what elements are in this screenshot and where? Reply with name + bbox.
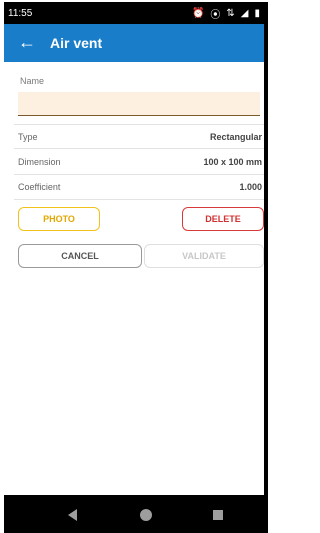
divider [14, 174, 264, 175]
status-time: 11:55 [8, 8, 33, 19]
nav-home-button[interactable] [136, 505, 156, 525]
alarm-icon: ⏰ [191, 8, 205, 19]
divider [14, 124, 264, 125]
vibrate-icon: ⦿ [210, 10, 221, 21]
screen: 11:55 ⏰ ⦿ ⇅ ◢ ▮ ← Air vent Name Type Rec… [4, 2, 268, 533]
divider [14, 199, 264, 200]
photo-button[interactable]: PHOTO [18, 207, 100, 231]
signal-icon: ◢ [240, 8, 249, 19]
recents-square-icon [213, 510, 223, 520]
screen-edge [264, 2, 268, 533]
nav-back-button[interactable] [64, 505, 84, 525]
type-label: Type [18, 132, 38, 142]
type-row[interactable]: Type Rectangular [14, 126, 264, 146]
page-title: Air vent [50, 35, 103, 51]
home-circle-icon [140, 509, 152, 521]
back-triangle-icon [68, 509, 77, 521]
data-icon: ⇅ [226, 8, 235, 19]
dimension-label: Dimension [18, 157, 61, 167]
name-input[interactable] [18, 92, 260, 116]
validate-button[interactable]: VALIDATE [144, 244, 264, 268]
navigation-bar [4, 495, 268, 533]
divider [14, 148, 264, 149]
coefficient-label: Coefficient [18, 182, 61, 192]
battery-icon: ▮ [254, 8, 260, 19]
status-icons: ⏰ ⦿ ⇅ ◢ ▮ [192, 6, 260, 21]
cancel-button[interactable]: CANCEL [18, 244, 142, 268]
coefficient-row[interactable]: Coefficient 1.000 [14, 176, 264, 196]
dimension-value: 100 x 100 mm [203, 157, 262, 167]
status-bar: 11:55 ⏰ ⦿ ⇅ ◢ ▮ [4, 2, 268, 24]
delete-button[interactable]: DELETE [182, 207, 264, 231]
app-bar: ← Air vent [4, 24, 268, 62]
back-arrow-icon[interactable]: ← [18, 33, 36, 51]
type-value: Rectangular [209, 132, 262, 142]
dimension-row[interactable]: Dimension 100 x 100 mm [14, 151, 264, 171]
nav-recents-button[interactable] [208, 505, 228, 525]
name-label: Name [20, 76, 45, 86]
coefficient-value: 1.000 [239, 182, 262, 192]
